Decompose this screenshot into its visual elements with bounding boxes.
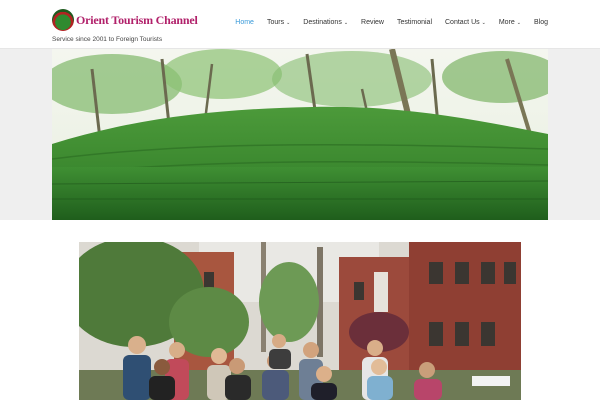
nav-item-more[interactable]: More ⌄ — [499, 19, 521, 26]
brand-name: Orient Tourism Channel — [76, 13, 198, 27]
chevron-down-icon: ⌄ — [516, 19, 521, 26]
nav-label: Home — [235, 19, 254, 26]
nav-item-review[interactable]: Review — [361, 19, 384, 26]
nav-label: Blog — [533, 19, 548, 26]
chevron-down-icon: ⌄ — [343, 19, 349, 26]
tourist-group-illustration — [79, 242, 521, 400]
tea-garden-illustration — [52, 49, 548, 220]
nav-label: Tours — [266, 19, 285, 26]
brand-tagline: Service since 2001 to Foreign Tourists — [52, 36, 163, 43]
nav-label: Review — [361, 19, 384, 26]
logo-badge-icon — [52, 9, 74, 31]
site-logo[interactable]: Orient Tourism Channel — [52, 9, 198, 33]
nav-label: Contact Us — [445, 19, 480, 26]
nav-item-tours[interactable]: Tours ⌄ — [267, 19, 290, 26]
nav-label: More — [498, 19, 515, 26]
chevron-down-icon: ⌄ — [286, 19, 291, 26]
nav-item-home[interactable]: Home — [235, 19, 254, 26]
nav-item-destinations[interactable]: Destinations ⌄ — [303, 19, 348, 26]
group-photo — [79, 242, 521, 400]
nav-label: Testimonial — [396, 19, 432, 26]
nav-item-testimonial[interactable]: Testimonial — [397, 19, 432, 26]
site-header: Orient Tourism Channel Service since 200… — [0, 0, 600, 49]
nav-item-blog[interactable]: Blog — [534, 19, 548, 26]
nav-label: Destinations — [303, 19, 342, 26]
nav-item-contact-us[interactable]: Contact Us ⌄ — [445, 19, 486, 26]
hero-image-tea-garden — [52, 49, 548, 220]
main-nav: Home Tours ⌄ Destinations ⌄ Review Testimo… — [235, 19, 548, 26]
chevron-down-icon: ⌄ — [481, 19, 486, 26]
